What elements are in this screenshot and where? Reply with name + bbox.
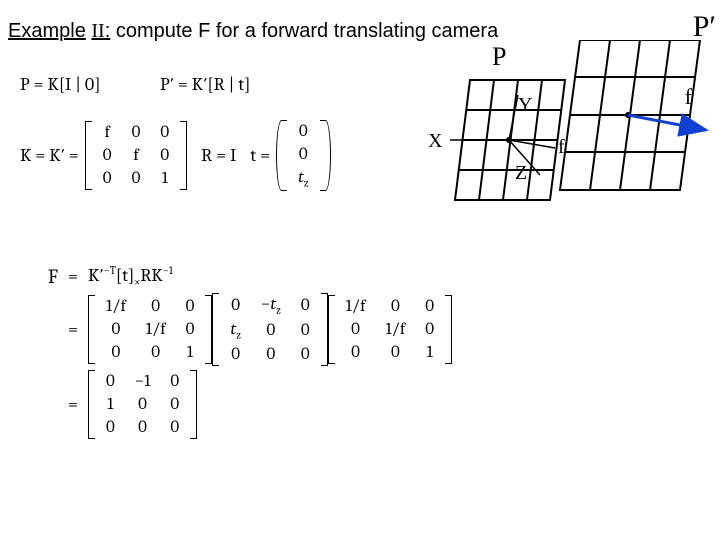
- vector-t: 0 0 tz: [276, 120, 331, 191]
- matrix-m1: 1/f00 01/f0 001: [88, 295, 212, 364]
- label-Pprime: P′: [693, 10, 716, 44]
- eq-KKR: K = K′ = f00 0f0 001 R = I t = 0 0 tz: [20, 120, 331, 191]
- title-roman: II: [91, 20, 104, 42]
- eq-Pprime: P′ = K′[R | t]: [160, 74, 250, 95]
- matrix-m2: 0−tz0 tz00 000: [212, 293, 327, 367]
- F-rhs1: K′−T[t]×RK−1: [88, 264, 173, 289]
- F-lhs: F: [18, 265, 58, 288]
- label-Y: Y: [518, 94, 532, 117]
- camera-diagram: P P′ X Y Z f f: [410, 40, 710, 240]
- title-colon: :: [105, 20, 111, 42]
- lhs-t: t =: [250, 145, 270, 166]
- eq-F-block: F = K′−T[t]×RK−1 = 1/f00 01/f0 001 0−tz0…: [18, 260, 452, 443]
- label-X: X: [428, 130, 442, 153]
- lhs-KK: K = K′ =: [20, 145, 79, 166]
- F-eq1: =: [68, 266, 78, 287]
- F-eq3: =: [68, 394, 78, 415]
- label-P: P: [492, 42, 506, 72]
- eq-P: P = K[I | 0]: [20, 74, 101, 95]
- matrix-m3: 1/f00 01/f0 001: [328, 295, 452, 364]
- matrix-K: f00 0f0 001: [85, 121, 187, 190]
- title-rest: compute F for a forward translating came…: [116, 20, 498, 42]
- matrix-m4: 0−10 100 000: [88, 370, 197, 439]
- title-example: Example: [8, 20, 86, 42]
- lhs-R: R = I: [201, 145, 236, 166]
- label-f2: f: [685, 84, 692, 110]
- label-f1: f: [558, 136, 565, 159]
- F-eq2: =: [68, 319, 78, 340]
- label-Z: Z: [515, 162, 527, 185]
